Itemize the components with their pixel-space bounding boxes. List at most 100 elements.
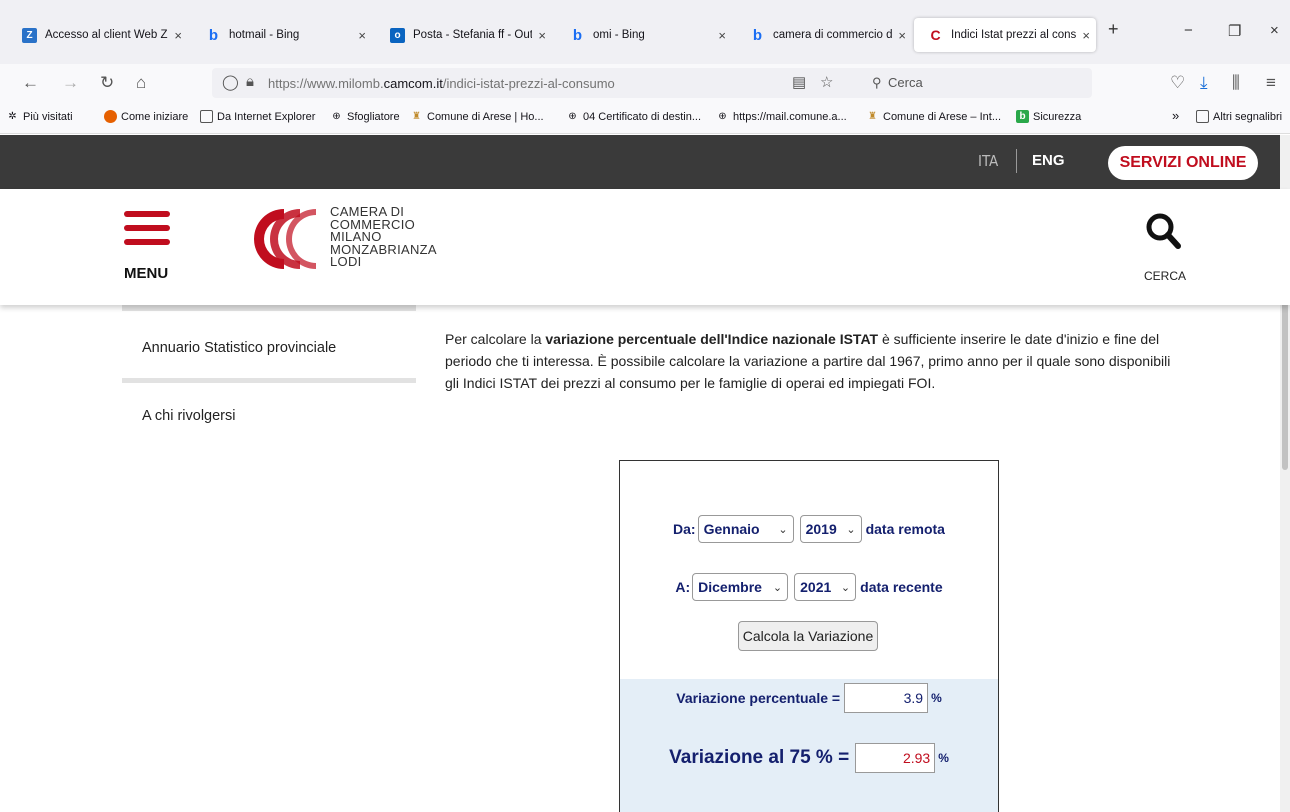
select-value: 2019 [805,521,837,537]
tab-title: Indici Istat prezzi al consu [951,29,1077,41]
close-icon[interactable]: × [718,28,726,43]
bookmark-label: Sfogliatore [347,110,400,123]
to-year-select[interactable]: 2021 ⌄ [794,573,857,601]
bookmark-item[interactable]: Da Internet Explorer [200,110,315,123]
bookmark-item[interactable]: ♜ Comune di Arese | Ho... [410,110,544,123]
bookmark-item[interactable]: ♜ Comune di Arese – Int... [866,110,1001,123]
browser-nav-bar: ← → ↻ ⌂ ◯ 🔒︎ https://www.milomb.camcom.i… [0,64,1290,102]
folder-icon [1196,110,1209,123]
folder-icon [200,110,213,123]
from-note: data remota [865,521,945,537]
shield-icon[interactable]: ◯ [222,73,239,91]
bookmark-label: Come iniziare [121,110,189,123]
camcom-icon: C [930,27,941,43]
close-icon[interactable]: × [1082,28,1090,43]
from-label: Da: [673,521,696,537]
pct-result-field[interactable]: 3.9 [844,683,929,713]
bookmark-item[interactable]: ⊕ 04 Certificato di destin... [566,110,701,123]
from-year-select[interactable]: 2019 ⌄ [799,515,862,543]
to-label: A: [675,579,691,595]
outlook-icon: o [390,27,405,43]
library-icon[interactable]: ⫼ [1232,73,1240,93]
close-icon[interactable]: × [174,28,182,43]
sidebar-divider [122,305,416,311]
tab-title: hotmail - Bing [229,29,300,41]
camcom-logo[interactable] [248,203,320,275]
bookmark-label: Comune di Arese | Ho... [427,110,544,123]
menu-label[interactable]: MENU [124,265,168,282]
from-month-select[interactable]: Gennaio ⌄ [697,515,794,543]
chevron-right-icon: » [1172,108,1180,123]
arese-icon: ♜ [868,111,877,122]
scrollbar-thumb[interactable] [1282,290,1288,470]
lock-icon[interactable]: 🔒︎ [246,73,254,90]
close-icon[interactable]: × [358,28,366,43]
istat-calculator: Da: Gennaio ⌄ 2019 ⌄ data remota A: Dicemb… [619,460,999,812]
hamburger-menu-icon[interactable] [124,211,170,251]
tab-outlook[interactable]: o Posta - Stefania ff - Outlo × [376,20,552,50]
tab-omi-bing[interactable]: b omi - Bing × [556,20,732,50]
globe-icon: ⊕ [568,111,577,122]
to-month-select[interactable]: Dicembre ⌄ [692,573,789,601]
lang-eng-link[interactable]: ENG [1032,152,1065,169]
pct-unit: % [931,691,942,705]
bookmark-star-icon[interactable]: ☆ [820,73,833,91]
pct-label: Variazione percentuale = [676,690,841,706]
v75-result-field[interactable]: 2.93 [855,743,936,773]
search-icon[interactable] [1144,211,1184,251]
reader-view-icon[interactable]: ▤ [792,73,806,91]
close-icon[interactable]: × [538,28,546,43]
calcola-button[interactable]: Calcola la Variazione [738,621,878,651]
bookmarks-overflow-button[interactable]: » [1172,108,1179,123]
restore-button[interactable]: ❐ [1228,22,1241,40]
window-close-button[interactable]: × [1270,22,1279,39]
bookmark-item[interactable]: Come iniziare [104,110,188,123]
search-label[interactable]: CERCA [1144,269,1186,283]
lang-divider [1016,149,1017,173]
bookmark-label: https://mail.comune.a... [733,110,847,123]
pocket-icon[interactable]: ♡ [1170,73,1185,93]
other-bookmarks[interactable]: Altri segnalibri [1196,110,1282,123]
new-tab-button[interactable]: + [1108,19,1119,40]
address-bar[interactable]: ◯ 🔒︎ https://www.milomb.camcom.it/indici… [212,68,1092,98]
app-menu-icon[interactable]: ≡ [1266,73,1276,93]
browser-search-field[interactable]: ⚲ Cerca [864,68,1092,98]
bookmark-label: 04 Certificato di destin... [583,110,702,123]
tab-indici-istat[interactable]: C Indici Istat prezzi al consu × [914,18,1096,52]
arese-icon: ♜ [412,111,421,122]
url-text[interactable]: https://www.milomb.camcom.it/indici-ista… [268,76,615,91]
to-date-row: A: Dicembre ⌄ 2021 ⌄ data recente [620,573,998,601]
tab-hotmail-bing[interactable]: b hotmail - Bing × [192,20,372,50]
bookmark-item[interactable]: ⊕ Sfogliatore [330,110,400,123]
home-icon[interactable]: ⌂ [136,73,146,93]
v75-label: Variazione al 75 % = [669,747,850,768]
bookmark-item[interactable]: ⊕ https://mail.comune.a... [716,110,847,123]
bookmark-item[interactable]: b Sicurezza [1016,110,1081,123]
minimize-button[interactable]: − [1184,22,1193,39]
logo-wordmark[interactable]: CAMERA DI COMMERCIO MILANO MONZABRIANZA … [330,205,437,269]
site-header: MENU CAMERA DI COMMERCIO MILANO MONZABRI… [0,189,1290,305]
chevron-down-icon: ⌄ [772,581,783,594]
firefox-icon [104,110,117,123]
sidebar-item-a-chi-rivolgersi[interactable]: A chi rivolgersi [142,408,235,424]
tab-camera-commercio-bing[interactable]: b camera di commercio di × [736,20,912,50]
forward-arrow-icon[interactable]: → [62,73,79,93]
tab-title: omi - Bing [593,29,645,41]
reload-icon[interactable]: ↻ [100,73,114,93]
result-panel: Variazione percentuale = 3.9 % Variazion… [620,679,998,812]
download-icon[interactable]: ⤓ [1200,73,1208,93]
sidebar-item-annuario[interactable]: Annuario Statistico provinciale [142,340,336,356]
pct-row: Variazione percentuale = 3.9 % [620,683,998,713]
tab-title: Posta - Stefania ff - Outlo [413,29,533,41]
bookmarks-bar: ✲ Più visitati Come iniziare Da Internet … [0,102,1290,134]
back-arrow-icon[interactable]: ← [22,73,39,93]
close-icon[interactable]: × [898,28,906,43]
sidebar-divider [122,378,416,383]
tab-zimbra[interactable]: Z Accesso al client Web Zir × [8,20,188,50]
servizi-online-button[interactable]: SERVIZI ONLINE [1108,146,1258,180]
lang-ita-link[interactable]: ITA [978,152,998,170]
from-date-row: Da: Gennaio ⌄ 2019 ⌄ data remota [620,515,998,543]
bing-icon: b [752,26,763,44]
chevron-down-icon: ⌄ [840,581,851,594]
bookmark-item[interactable]: ✲ Più visitati [6,110,72,123]
